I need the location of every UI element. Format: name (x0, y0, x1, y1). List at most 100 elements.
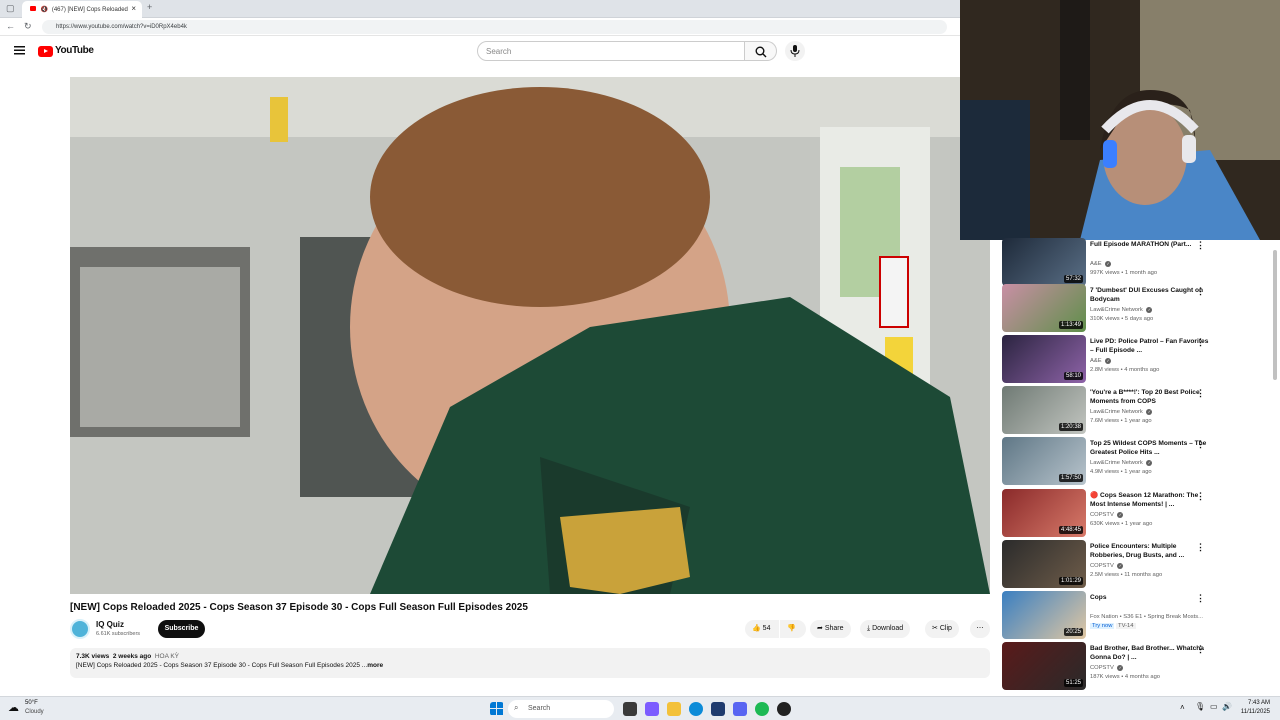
more-link[interactable]: more (367, 662, 383, 669)
more-vertical-icon[interactable]: ⋮ (1196, 594, 1205, 603)
mute-tab-icon[interactable]: 🔇 (41, 7, 48, 13)
recommendation-channel[interactable]: A&E ✓ (1090, 358, 1112, 364)
recommendation-title[interactable]: Full Episode MARATHON (Part... (1090, 240, 1210, 249)
try-now-badge[interactable]: Try now (1090, 623, 1115, 629)
store-icon[interactable] (711, 702, 725, 716)
spotify-icon[interactable] (755, 702, 769, 716)
video-duration: 4:48:45 (1058, 526, 1083, 534)
copilot-icon[interactable] (645, 702, 659, 716)
more-vertical-icon[interactable]: ⋮ (1196, 543, 1205, 552)
clip-button[interactable]: ✂ Clip (925, 620, 959, 638)
page-scrollbar[interactable] (1272, 240, 1278, 692)
share-button[interactable]: ➦ Share (810, 620, 851, 638)
more-vertical-icon[interactable]: ⋮ (1196, 338, 1205, 347)
channel-name[interactable]: IQ Quiz (96, 620, 124, 629)
recommendation-channel[interactable]: Law&Crime Network ✓ (1090, 409, 1153, 415)
recommendation-thumbnail[interactable]: 57:32 (1002, 238, 1086, 286)
thumbs-up-icon: 👍 (752, 625, 761, 632)
video-player[interactable] (70, 77, 990, 594)
like-button[interactable]: 👍 54 (745, 620, 779, 638)
recommendation-thumbnail[interactable]: 51:25 (1002, 642, 1086, 690)
more-vertical-icon[interactable]: ⋮ (1196, 241, 1205, 250)
recommendation-thumbnail[interactable]: 58:10 (1002, 335, 1086, 383)
youtube-logo-icon[interactable] (38, 46, 53, 57)
recommendation-item[interactable]: 1:57:50 Top 25 Wildest COPS Moments – Th… (1002, 437, 1272, 485)
youtube-logo-text[interactable]: YouTube (55, 45, 94, 56)
search-button[interactable] (745, 41, 777, 61)
recommendation-thumbnail[interactable]: 1:20:38 (1002, 386, 1086, 434)
windows-start-icon[interactable] (490, 702, 504, 716)
more-actions-button[interactable]: ⋯ (970, 620, 990, 638)
close-tab-icon[interactable]: × (131, 4, 136, 13)
recommendation-item[interactable]: 4:48:45 🔴 Cops Season 12 Marathon: The M… (1002, 489, 1272, 537)
recommendation-title[interactable]: 7 'Dumbest' DUI Excuses Caught on Bodyca… (1090, 286, 1210, 304)
description-box[interactable]: 7.3K views 2 weeks ago HOA KỲ [NEW] Cops… (70, 648, 990, 678)
obs-icon[interactable] (777, 702, 791, 716)
recommendation-channel[interactable]: COPSTV ✓ (1090, 563, 1124, 569)
recommendation-title[interactable]: Cops (1090, 593, 1210, 602)
chevron-up-icon[interactable]: ˄ (1180, 703, 1185, 712)
url-field[interactable]: https://www.youtube.com/watch?v=iD0RpX4e… (42, 20, 947, 34)
more-vertical-icon[interactable]: ⋮ (1196, 389, 1205, 398)
recommendation-item[interactable]: 1:13:49 7 'Dumbest' DUI Excuses Caught o… (1002, 284, 1272, 332)
voice-search-button[interactable] (785, 41, 805, 61)
subscriber-count: 6.61K subscribers (96, 631, 141, 637)
recommendation-item[interactable]: 51:25 Bad Brother, Bad Brother... Whatch… (1002, 642, 1272, 690)
back-icon[interactable]: ← (6, 21, 15, 31)
search-input[interactable]: Search (477, 41, 745, 61)
recommendation-item[interactable]: 1:20:38 'You're a B****!': Top 20 Best P… (1002, 386, 1272, 434)
clock-time[interactable]: 7:43 AM (1248, 700, 1270, 706)
download-button[interactable]: ⤓ Download (860, 620, 911, 638)
new-tab-icon[interactable]: + (147, 2, 152, 12)
edge-icon[interactable] (689, 702, 703, 716)
recommendation-item[interactable]: 57:32 Full Episode MARATHON (Part... A&E… (1002, 238, 1272, 286)
recommendation-channel[interactable]: COPSTV ✓ (1090, 512, 1124, 518)
recommendation-title[interactable]: Top 25 Wildest COPS Moments – The Greate… (1090, 439, 1210, 457)
taskbar-search[interactable]: ⌕ Search (508, 700, 614, 718)
reload-icon[interactable]: ↻ (24, 21, 32, 32)
recommendation-item[interactable]: 1:01:29 Police Encounters: Multiple Robb… (1002, 540, 1272, 588)
more-vertical-icon[interactable]: ⋮ (1196, 492, 1205, 501)
recommendation-channel[interactable]: A&E ✓ (1090, 261, 1112, 267)
recommendation-thumbnail[interactable]: 1:01:29 (1002, 540, 1086, 588)
recommendation-title[interactable]: Police Encounters: Multiple Robberies, D… (1090, 542, 1210, 560)
browser-tab[interactable]: 🔇 (467) [NEW] Cops Reloaded × (22, 1, 142, 18)
file-explorer-icon[interactable] (667, 702, 681, 716)
discord-icon[interactable] (733, 702, 747, 716)
microphone-tray-icon[interactable]: 🎙 (1195, 702, 1205, 711)
menu-icon[interactable] (14, 46, 25, 55)
recommendation-channel[interactable]: COPSTV ✓ (1090, 665, 1124, 671)
subscribe-button[interactable]: Subscribe (158, 620, 205, 638)
recommendation-channel[interactable]: Law&Crime Network ✓ (1090, 460, 1153, 466)
recommendation-title[interactable]: 🔴 Cops Season 12 Marathon: The Most Inte… (1090, 491, 1210, 509)
more-vertical-icon[interactable]: ⋮ (1196, 440, 1205, 449)
more-vertical-icon[interactable]: ⋮ (1196, 287, 1205, 296)
video-duration: 1:13:49 (1058, 321, 1083, 329)
volume-icon[interactable]: 🔊 (1222, 702, 1232, 711)
more-vertical-icon[interactable]: ⋮ (1196, 645, 1205, 654)
scrollbar-thumb[interactable] (1273, 250, 1277, 380)
recommendation-thumbnail[interactable]: 1:57:50 (1002, 437, 1086, 485)
recommendation-thumbnail[interactable]: 20:25 (1002, 591, 1086, 639)
recommendation-item[interactable]: 20:25 Cops Fox Nation • S36 E1 • Spring … (1002, 591, 1272, 639)
recommendation-channel[interactable]: Fox Nation • S36 E1 • Spring Break Mosts… (1090, 614, 1203, 620)
download-icon: ⤓ (867, 625, 871, 632)
task-view-icon[interactable] (623, 702, 637, 716)
dislike-button[interactable]: 👎 (780, 620, 806, 638)
clock-date[interactable]: 11/11/2025 (1241, 709, 1270, 715)
recommendation-channel[interactable]: Law&Crime Network ✓ (1090, 307, 1153, 313)
recommendation-title[interactable]: 'You're a B****!': Top 20 Best Police Mo… (1090, 388, 1210, 406)
recommendation-thumbnail[interactable]: 1:13:49 (1002, 284, 1086, 332)
search-icon (755, 46, 767, 58)
recommendation-title[interactable]: Live PD: Police Patrol – Fan Favorites –… (1090, 337, 1210, 355)
recommendation-title[interactable]: Bad Brother, Bad Brother... Whatcha Gonn… (1090, 644, 1210, 662)
network-icon[interactable]: ▭ (1210, 702, 1218, 711)
tab-actions-icon[interactable]: ▢ (6, 3, 15, 14)
country-tag[interactable]: HOA KỲ (155, 653, 179, 660)
recommendation-thumbnail[interactable]: 4:48:45 (1002, 489, 1086, 537)
weather-temp[interactable]: 50°F (25, 700, 38, 706)
video-duration: 51:25 (1063, 679, 1083, 687)
channel-avatar[interactable] (70, 619, 90, 639)
recommendation-item[interactable]: 58:10 Live PD: Police Patrol – Fan Favor… (1002, 335, 1272, 383)
scissors-icon: ✂ (932, 625, 938, 632)
